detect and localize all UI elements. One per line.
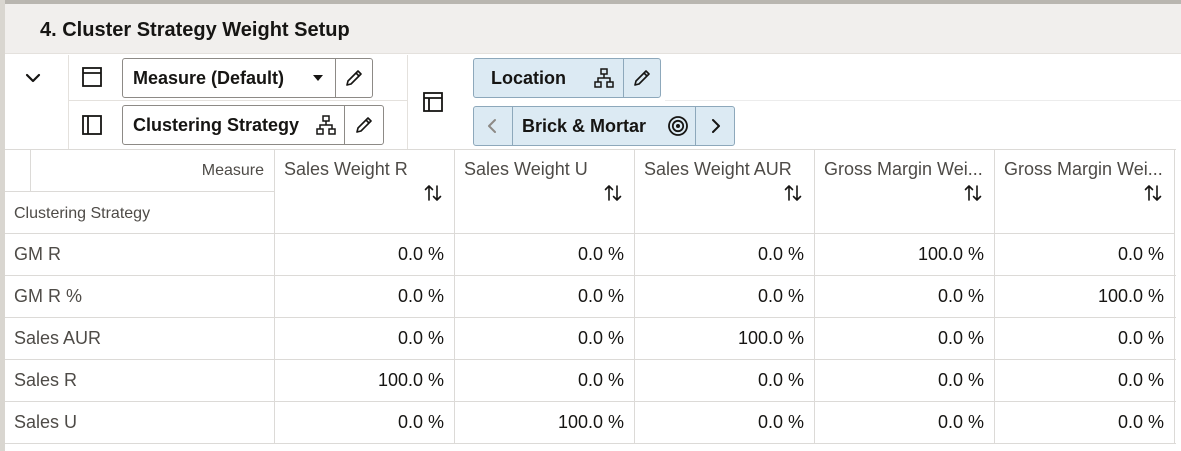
- pencil-icon: [356, 117, 372, 133]
- chevron-down-icon: [25, 73, 41, 83]
- grid-corner: Measure Clustering Strategy: [5, 150, 275, 234]
- pencil-icon: [634, 70, 650, 86]
- brick-mortar-tile-label: Brick & Mortar: [522, 115, 647, 136]
- chevron-left-icon: [488, 119, 496, 133]
- row-header[interactable]: GM R %: [5, 276, 275, 317]
- grid-cell[interactable]: 0.0 %: [635, 402, 815, 443]
- toolbar-divider: [665, 100, 1181, 101]
- grid-cell[interactable]: 0.0 %: [275, 276, 455, 317]
- column-header-title: Gross Margin Wei...: [1004, 159, 1163, 179]
- column-header-title: Sales Weight U: [464, 159, 588, 179]
- grid-cell[interactable]: 0.0 %: [455, 276, 635, 317]
- table-row: Sales U 0.0 % 100.0 % 0.0 % 0.0 % 0.0 %: [5, 402, 1176, 444]
- pivot-icon[interactable]: [421, 90, 445, 114]
- sort-icon[interactable]: [782, 182, 804, 204]
- grid-cell[interactable]: 0.0 %: [815, 318, 995, 359]
- row-dimension-label: Clustering Strategy: [14, 205, 151, 222]
- chevron-right-icon: [712, 119, 720, 133]
- page-header: 4. Cluster Strategy Weight Setup: [5, 4, 1181, 54]
- toolbar-divider: [68, 100, 407, 101]
- grid-cell[interactable]: 0.0 %: [995, 234, 1175, 275]
- hierarchy-icon: [594, 68, 614, 88]
- data-grid: Measure Clustering Strategy Sales Weight…: [5, 149, 1176, 444]
- grid-cell[interactable]: 100.0 %: [995, 276, 1175, 317]
- location-edit-button[interactable]: [624, 59, 660, 97]
- caret-down-icon: [313, 75, 323, 81]
- grid-cell[interactable]: 0.0 %: [635, 360, 815, 401]
- grid-cell[interactable]: 100.0 %: [275, 360, 455, 401]
- page-title: 4. Cluster Strategy Weight Setup: [40, 19, 350, 41]
- corner-divider: [5, 191, 275, 192]
- pivot-toolbar: Measure (Default) Clustering Strategy Lo…: [5, 55, 1181, 150]
- table-row: Sales R 100.0 % 0.0 % 0.0 % 0.0 % 0.0 %: [5, 360, 1176, 402]
- location-hierarchy-button[interactable]: [585, 59, 623, 97]
- measure-tile[interactable]: Measure (Default): [122, 58, 373, 98]
- grid-cell[interactable]: 0.0 %: [635, 234, 815, 275]
- grid-cell[interactable]: 0.0 %: [995, 318, 1175, 359]
- grid-cell[interactable]: 0.0 %: [275, 402, 455, 443]
- target-button[interactable]: [661, 107, 695, 145]
- grid-cell[interactable]: 0.0 %: [455, 360, 635, 401]
- toolbar-divider: [68, 55, 69, 150]
- clustering-strategy-tile-label: Clustering Strategy: [133, 114, 300, 135]
- column-header-title: Sales Weight AUR: [644, 159, 792, 179]
- location-tile[interactable]: Location: [473, 58, 661, 98]
- sort-icon[interactable]: [962, 182, 984, 204]
- column-header[interactable]: Sales Weight AUR: [635, 150, 815, 234]
- clustering-strategy-hierarchy-button[interactable]: [308, 106, 344, 144]
- column-header[interactable]: Sales Weight R: [275, 150, 455, 234]
- row-header[interactable]: GM R: [5, 234, 275, 275]
- collapse-button[interactable]: [20, 65, 46, 91]
- rows-layout-icon: [82, 67, 102, 87]
- grid-cell[interactable]: 0.0 %: [635, 276, 815, 317]
- grid-cell[interactable]: 0.0 %: [275, 234, 455, 275]
- column-header[interactable]: Gross Margin Wei...: [815, 150, 995, 234]
- measure-dimension-label: Measure: [201, 162, 264, 179]
- row-header[interactable]: Sales R: [5, 360, 275, 401]
- measure-tile-label: Measure (Default): [133, 67, 285, 88]
- hierarchy-icon: [316, 115, 336, 135]
- measure-edit-button[interactable]: [336, 59, 372, 97]
- grid-cell[interactable]: 0.0 %: [815, 360, 995, 401]
- location-tile-label: Location: [491, 67, 566, 88]
- grid-cell[interactable]: 0.0 %: [815, 402, 995, 443]
- sort-icon[interactable]: [602, 182, 624, 204]
- grid-cell[interactable]: 100.0 %: [635, 318, 815, 359]
- grid-cell[interactable]: 100.0 %: [815, 234, 995, 275]
- pencil-icon: [346, 70, 362, 86]
- sort-icon[interactable]: [1142, 182, 1164, 204]
- grid-cell[interactable]: 0.0 %: [455, 234, 635, 275]
- target-icon: [668, 116, 688, 136]
- grid-cell[interactable]: 0.0 %: [275, 318, 455, 359]
- toolbar-divider: [407, 55, 408, 150]
- column-header-title: Gross Margin Wei...: [824, 159, 983, 179]
- grid-cell[interactable]: 0.0 %: [455, 318, 635, 359]
- brick-mortar-tile[interactable]: Brick & Mortar: [473, 106, 735, 146]
- column-header-title: Sales Weight R: [284, 159, 408, 179]
- column-header[interactable]: Sales Weight U: [455, 150, 635, 234]
- table-row: GM R 0.0 % 0.0 % 0.0 % 100.0 % 0.0 %: [5, 234, 1176, 276]
- grid-cell[interactable]: 0.0 %: [995, 360, 1175, 401]
- measure-dropdown-button[interactable]: [301, 59, 335, 97]
- previous-member-button[interactable]: [474, 107, 512, 145]
- clustering-strategy-edit-button[interactable]: [345, 106, 383, 144]
- table-row: GM R % 0.0 % 0.0 % 0.0 % 0.0 % 100.0 %: [5, 276, 1176, 318]
- column-header[interactable]: Gross Margin Wei...: [995, 150, 1175, 234]
- sort-icon[interactable]: [422, 182, 444, 204]
- grid-cell[interactable]: 0.0 %: [815, 276, 995, 317]
- columns-layout-icon: [82, 115, 102, 135]
- row-header[interactable]: Sales U: [5, 402, 275, 443]
- grid-cell[interactable]: 100.0 %: [455, 402, 635, 443]
- next-member-button[interactable]: [696, 107, 734, 145]
- row-header[interactable]: Sales AUR: [5, 318, 275, 359]
- clustering-strategy-tile[interactable]: Clustering Strategy: [122, 105, 384, 145]
- grid-cell[interactable]: 0.0 %: [995, 402, 1175, 443]
- corner-divider: [30, 150, 31, 191]
- table-row: Sales AUR 0.0 % 0.0 % 100.0 % 0.0 % 0.0 …: [5, 318, 1176, 360]
